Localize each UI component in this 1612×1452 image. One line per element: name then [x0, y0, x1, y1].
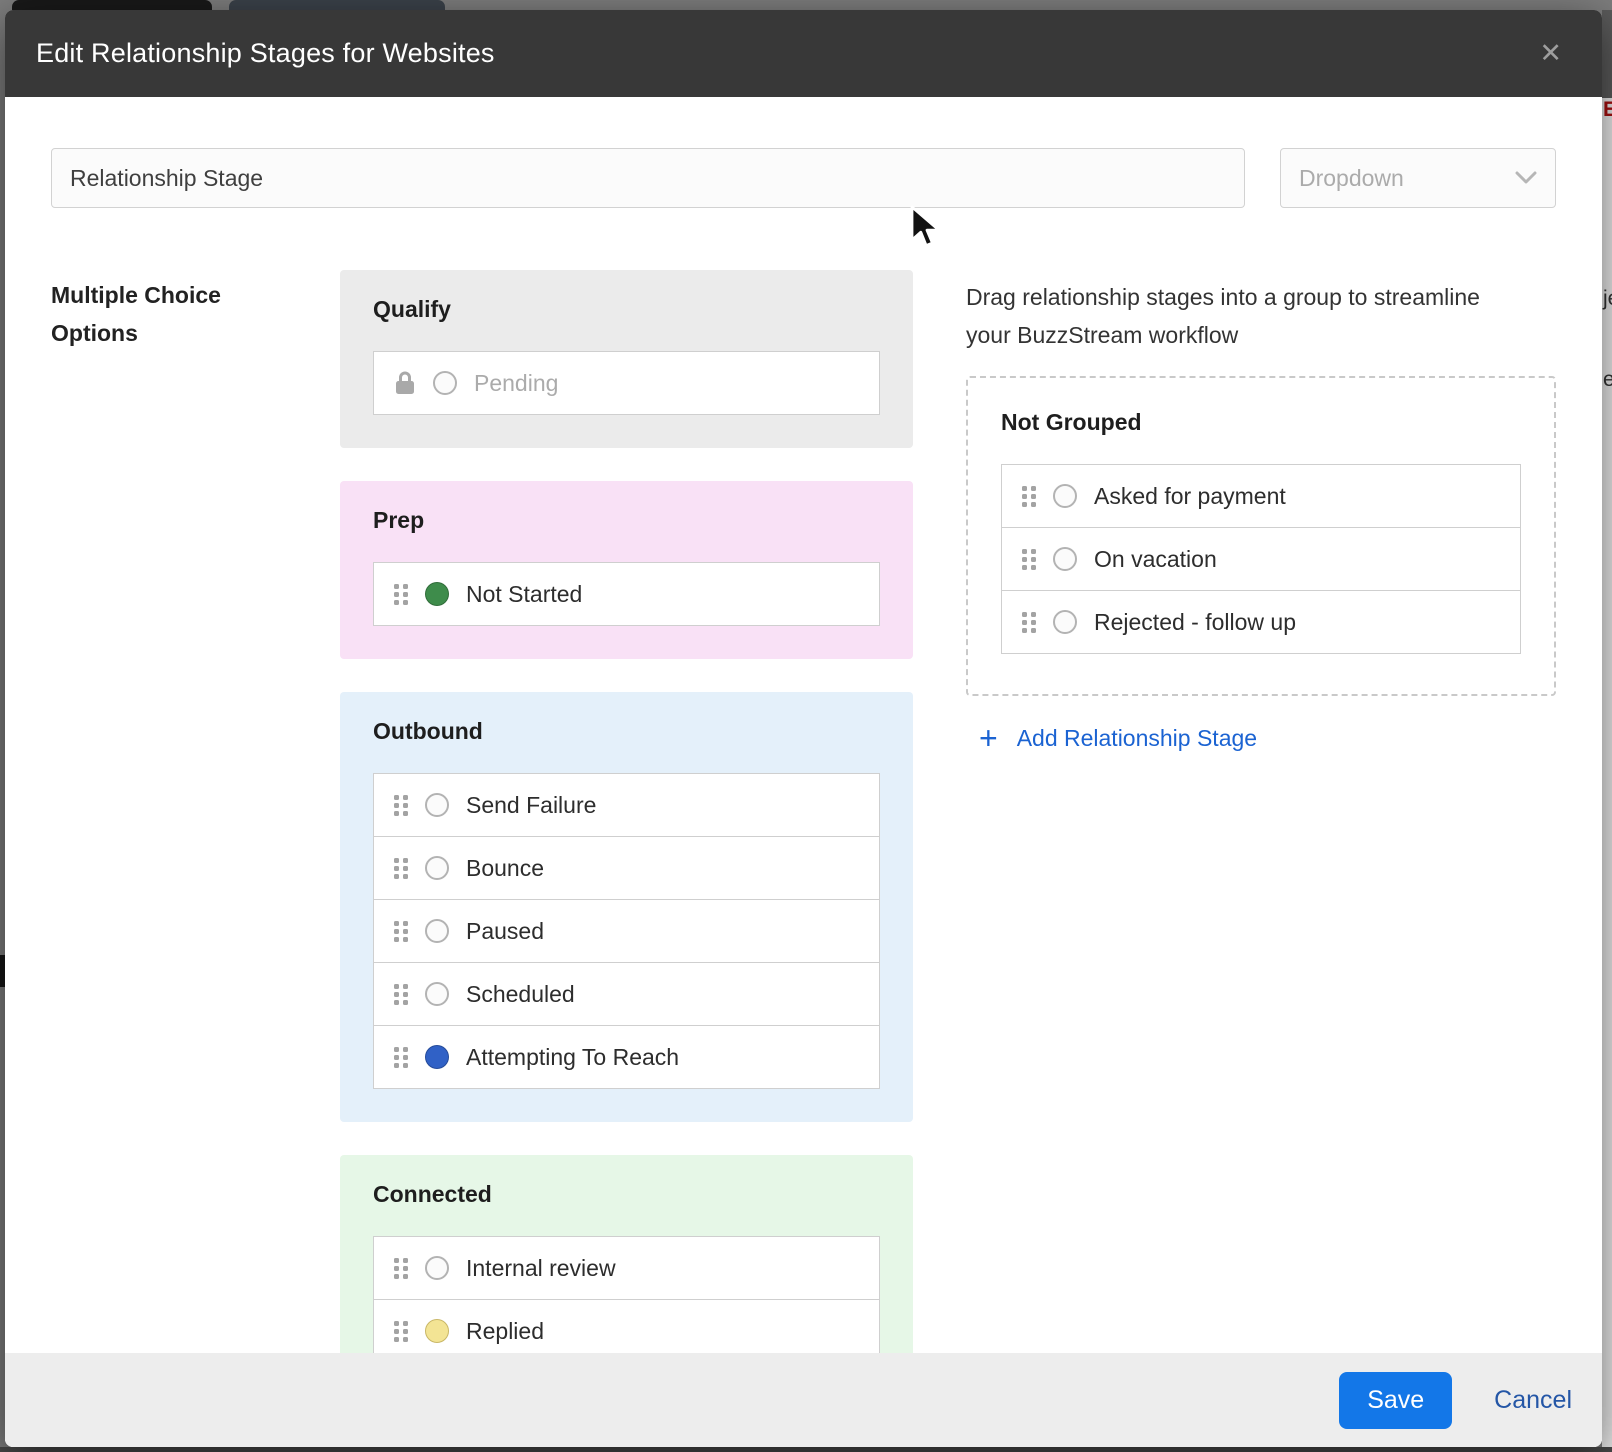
add-relationship-stage-button[interactable]: + Add Relationship Stage	[966, 722, 1556, 754]
dialog-body: Dropdown Multiple Choice Options Qualify…	[5, 97, 1602, 1447]
dialog-title: Edit Relationship Stages for Websites	[36, 38, 1539, 69]
stage-color-dot[interactable]	[425, 856, 449, 880]
stage-group-prep[interactable]: Prep Not Started	[340, 481, 913, 659]
drag-handle-icon[interactable]	[394, 795, 408, 816]
dialog-header: Edit Relationship Stages for Websites ✕	[5, 10, 1602, 97]
stage-row[interactable]: Not Started	[373, 562, 880, 626]
drag-handle-icon[interactable]	[394, 584, 408, 605]
not-grouped-list: Asked for payment On vacation Rejected - f…	[1001, 464, 1521, 654]
drag-handle-icon[interactable]	[1022, 486, 1036, 507]
stage-color-dot[interactable]	[425, 1256, 449, 1280]
background-page-bottom	[0, 1447, 1612, 1452]
group-title: Connected	[373, 1181, 880, 1208]
stage-label: Send Failure	[466, 792, 596, 819]
stage-color-dot[interactable]	[433, 371, 457, 395]
stage-label: Not Started	[466, 581, 582, 608]
stage-row[interactable]: Asked for payment	[1001, 464, 1521, 528]
stage-color-dot[interactable]	[425, 919, 449, 943]
drag-handle-icon[interactable]	[1022, 612, 1036, 633]
not-grouped-dropzone[interactable]: Not Grouped Asked for payment On vacation…	[966, 376, 1556, 696]
stage-label: Paused	[466, 918, 544, 945]
stage-label: Replied	[466, 1318, 544, 1345]
drag-handle-icon[interactable]	[394, 984, 408, 1005]
stage-row[interactable]: Scheduled	[373, 962, 880, 1026]
stage-color-dot[interactable]	[1053, 610, 1077, 634]
field-type-dropdown[interactable]: Dropdown	[1280, 148, 1556, 208]
background-text-fragment: E	[1603, 98, 1612, 122]
stage-label: Internal review	[466, 1255, 616, 1282]
stage-row[interactable]: Send Failure	[373, 773, 880, 837]
stage-row[interactable]: Bounce	[373, 836, 880, 900]
group-item-list: Not Started	[373, 562, 880, 626]
stage-label: Rejected - follow up	[1094, 609, 1296, 636]
stage-label: Bounce	[466, 855, 544, 882]
grouping-panel: Drag relationship stages into a group to…	[966, 278, 1556, 754]
stage-row[interactable]: Pending	[373, 351, 880, 415]
group-title: Outbound	[373, 718, 880, 745]
background-page-edge: E je e	[1602, 10, 1612, 1447]
background-browser-bar	[0, 0, 1612, 10]
stage-label: Scheduled	[466, 981, 575, 1008]
stage-label: Attempting To Reach	[466, 1044, 679, 1071]
stage-row[interactable]: On vacation	[1001, 527, 1521, 591]
stage-row[interactable]: Rejected - follow up	[1001, 590, 1521, 654]
chevron-down-icon	[1515, 171, 1537, 185]
add-relationship-stage-label: Add Relationship Stage	[1017, 725, 1257, 752]
group-title: Qualify	[373, 296, 880, 323]
plus-icon: +	[979, 722, 998, 754]
group-item-list: Internal review Replied	[373, 1236, 880, 1363]
stage-group-outbound[interactable]: Outbound Send Failure Bounce Paused Schedule…	[340, 692, 913, 1122]
background-text-fragment: je	[1603, 287, 1612, 311]
drag-handle-icon[interactable]	[394, 858, 408, 879]
close-icon[interactable]: ✕	[1539, 40, 1562, 67]
stage-label: On vacation	[1094, 546, 1217, 573]
stage-color-dot[interactable]	[425, 793, 449, 817]
save-button[interactable]: Save	[1339, 1372, 1452, 1429]
group-item-list: Send Failure Bounce Paused Scheduled Attempt…	[373, 773, 880, 1089]
cancel-button[interactable]: Cancel	[1494, 1386, 1572, 1415]
stage-label: Asked for payment	[1094, 483, 1286, 510]
field-name-input[interactable]	[51, 148, 1245, 208]
not-grouped-title: Not Grouped	[1001, 409, 1521, 436]
stage-row[interactable]: Attempting To Reach	[373, 1025, 880, 1089]
stage-row[interactable]: Paused	[373, 899, 880, 963]
stage-groups-column: Qualify Pending Prep Not Started Outbound Sen…	[340, 270, 913, 1429]
drag-handle-icon[interactable]	[394, 921, 408, 942]
drag-instruction-text: Drag relationship stages into a group to…	[966, 278, 1496, 354]
dialog-footer: Save Cancel	[5, 1353, 1602, 1447]
background-text-fragment: e	[1603, 368, 1612, 392]
field-type-value: Dropdown	[1299, 165, 1515, 192]
multiple-choice-options-label: Multiple Choice Options	[51, 276, 340, 352]
stage-color-dot[interactable]	[425, 582, 449, 606]
stage-group-qualify[interactable]: Qualify Pending	[340, 270, 913, 448]
stage-row[interactable]: Internal review	[373, 1236, 880, 1300]
edit-relationship-stages-dialog: Edit Relationship Stages for Websites ✕ …	[5, 10, 1602, 1447]
group-title: Prep	[373, 507, 880, 534]
lock-icon	[394, 370, 416, 396]
stage-color-dot[interactable]	[1053, 484, 1077, 508]
drag-handle-icon[interactable]	[1022, 549, 1036, 570]
stage-color-dot[interactable]	[1053, 547, 1077, 571]
stage-color-dot[interactable]	[425, 982, 449, 1006]
drag-handle-icon[interactable]	[394, 1321, 408, 1342]
stage-color-dot[interactable]	[425, 1319, 449, 1343]
drag-handle-icon[interactable]	[394, 1258, 408, 1279]
stage-label: Pending	[474, 370, 558, 397]
drag-handle-icon[interactable]	[394, 1047, 408, 1068]
stage-color-dot[interactable]	[425, 1045, 449, 1069]
group-item-list: Pending	[373, 351, 880, 415]
